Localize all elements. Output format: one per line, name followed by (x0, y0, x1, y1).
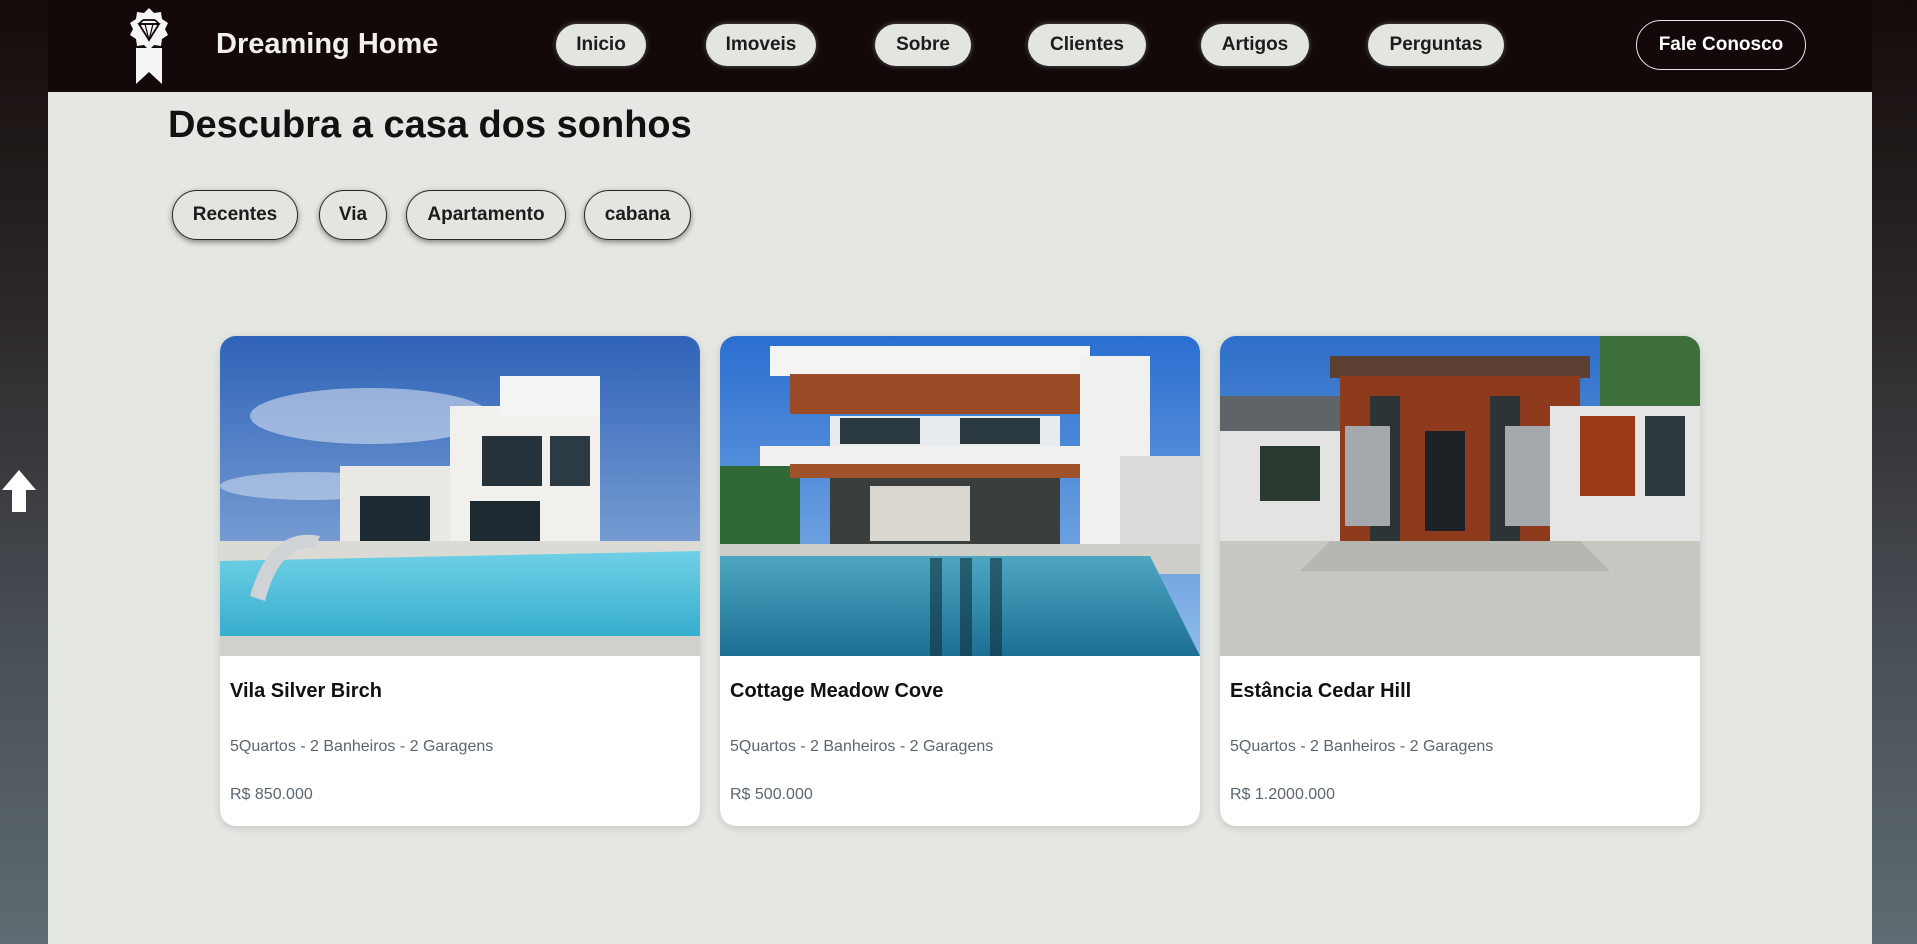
modern-white-villa-with-pool-photo[interactable] (220, 336, 700, 656)
nav-perguntas[interactable]: Perguntas (1368, 24, 1504, 66)
site-header: Dreaming Home Inicio Imoveis Sobre Clien… (48, 0, 1872, 92)
listing-price: R$ 1.2000.000 (1230, 786, 1335, 803)
listing-title: Cottage Meadow Cove (730, 680, 944, 702)
main-content: Descubra a casa dos sonhos Recentes Via … (48, 92, 1872, 944)
listing-title: Estância Cedar Hill (1230, 680, 1412, 702)
filter-cabana[interactable]: cabana (584, 190, 691, 240)
brand-name: Dreaming Home (216, 28, 439, 60)
nav-inicio[interactable]: Inicio (556, 24, 646, 66)
house-with-wood-facade-and-driveway-photo[interactable] (1220, 336, 1700, 656)
listing-specs: 5Quartos - 2 Banheiros - 2 Garagens (230, 738, 494, 755)
page-title: Descubra a casa dos sonhos (168, 104, 692, 146)
listing-price: R$ 500.000 (730, 786, 813, 803)
listing-card[interactable]: Vila Silver Birch 5Quartos - 2 Banheiros… (220, 336, 700, 826)
listing-specs: 5Quartos - 2 Banheiros - 2 Garagens (1230, 738, 1494, 755)
nav-imoveis[interactable]: Imoveis (706, 24, 816, 66)
filter-apartamento[interactable]: Apartamento (406, 190, 566, 240)
listing-title: Vila Silver Birch (230, 680, 382, 702)
nav-artigos[interactable]: Artigos (1201, 24, 1309, 66)
diamond-award-ribbon-icon[interactable] (126, 8, 172, 84)
listing-price: R$ 850.000 (230, 786, 313, 803)
nav-sobre[interactable]: Sobre (875, 24, 971, 66)
contact-button[interactable]: Fale Conosco (1636, 20, 1806, 70)
modern-house-with-wood-ceiling-and-pool-photo[interactable] (720, 336, 1200, 656)
listing-card[interactable]: Estância Cedar Hill 5Quartos - 2 Banheir… (1220, 336, 1700, 826)
filter-via[interactable]: Via (319, 190, 387, 240)
arrow-up-icon[interactable] (0, 468, 38, 514)
listing-specs: 5Quartos - 2 Banheiros - 2 Garagens (730, 738, 994, 755)
filter-recentes[interactable]: Recentes (172, 190, 298, 240)
listing-card[interactable]: Cottage Meadow Cove 5Quartos - 2 Banheir… (720, 336, 1200, 826)
nav-clientes[interactable]: Clientes (1028, 24, 1146, 66)
